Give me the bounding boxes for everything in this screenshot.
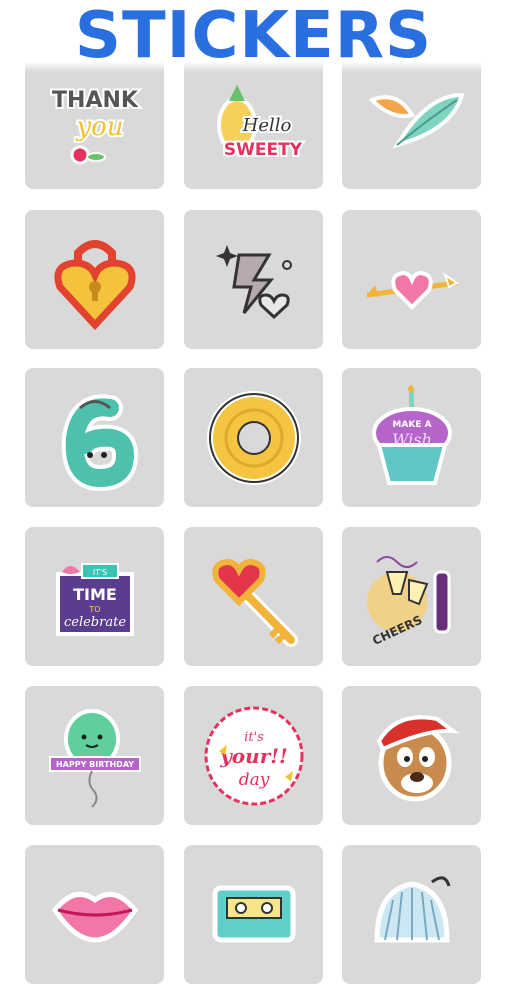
svg-text:Wish: Wish <box>392 430 432 449</box>
sticker-tile-time-to-celebrate[interactable]: IT'S TIME TO celebrate <box>25 527 164 666</box>
sticker-tile-cassette[interactable] <box>184 845 323 984</box>
heart-arrow-sticker <box>366 270 459 310</box>
sticker-tile-heart-lock[interactable] <box>25 210 164 349</box>
svg-text:Hello: Hello <box>241 115 291 136</box>
sticker-tile-make-a-wish[interactable]: MAKE A Wish <box>342 368 481 507</box>
sticker-tile-cheers[interactable]: CHEERS <box>342 527 481 666</box>
lips-sticker <box>51 891 138 943</box>
lightning-heart-sticker <box>215 244 292 319</box>
heart-key-sticker <box>211 558 298 647</box>
sticker-tile-lips[interactable] <box>25 845 164 984</box>
svg-text:TO: TO <box>88 605 100 614</box>
sticker-tile-happy-birthday-balloon[interactable]: HAPPY BIRTHDAY <box>25 686 164 825</box>
its-your-day-sticker: it's your!! day <box>204 706 303 805</box>
shell-sticker <box>373 875 450 942</box>
sticker-tile-heart-key[interactable] <box>184 527 323 666</box>
svg-text:MAKE A: MAKE A <box>392 420 431 430</box>
sticker-tile-donut[interactable] <box>184 368 323 507</box>
cassette-sticker <box>212 885 295 942</box>
feather-sticker <box>367 92 465 148</box>
svg-text:IT'S: IT'S <box>92 568 107 577</box>
svg-text:HAPPY BIRTHDAY: HAPPY BIRTHDAY <box>55 760 133 769</box>
donut-sticker <box>206 390 301 485</box>
number-six-sticker <box>61 393 138 491</box>
svg-text:SWEETY: SWEETY <box>223 140 302 160</box>
make-a-wish-cupcake-sticker: MAKE A Wish <box>371 384 452 485</box>
sticker-tile-heart-arrow[interactable] <box>342 210 481 349</box>
svg-text:you: you <box>75 112 123 142</box>
svg-text:TIME: TIME <box>73 585 117 604</box>
svg-text:your!!: your!! <box>219 744 288 768</box>
sticker-tile-shell[interactable] <box>342 845 481 984</box>
svg-text:day: day <box>238 770 269 790</box>
cartoon-cap-character-sticker <box>376 714 460 801</box>
svg-text:celebrate: celebrate <box>63 615 125 630</box>
cheers-sticker: CHEERS <box>366 555 450 647</box>
sticker-tile-lightning-heart[interactable] <box>184 210 323 349</box>
hello-sweety-sticker: Hello SWEETY <box>216 84 304 162</box>
sticker-tile-its-your-day[interactable]: it's your!! day <box>184 686 323 825</box>
happy-birthday-balloon-sticker: HAPPY BIRTHDAY <box>48 708 141 808</box>
sticker-tile-number-six[interactable] <box>25 368 164 507</box>
thank-you-sticker: THANK you <box>50 86 140 164</box>
time-to-celebrate-sticker: IT'S TIME TO celebrate <box>55 562 134 636</box>
sticker-tile-cartoon-cap-character[interactable] <box>342 686 481 825</box>
svg-text:THANK: THANK <box>52 88 139 113</box>
heart-lock-sticker <box>53 239 136 330</box>
svg-text:it's: it's <box>244 730 264 745</box>
page-title: STICKERS <box>0 0 507 72</box>
